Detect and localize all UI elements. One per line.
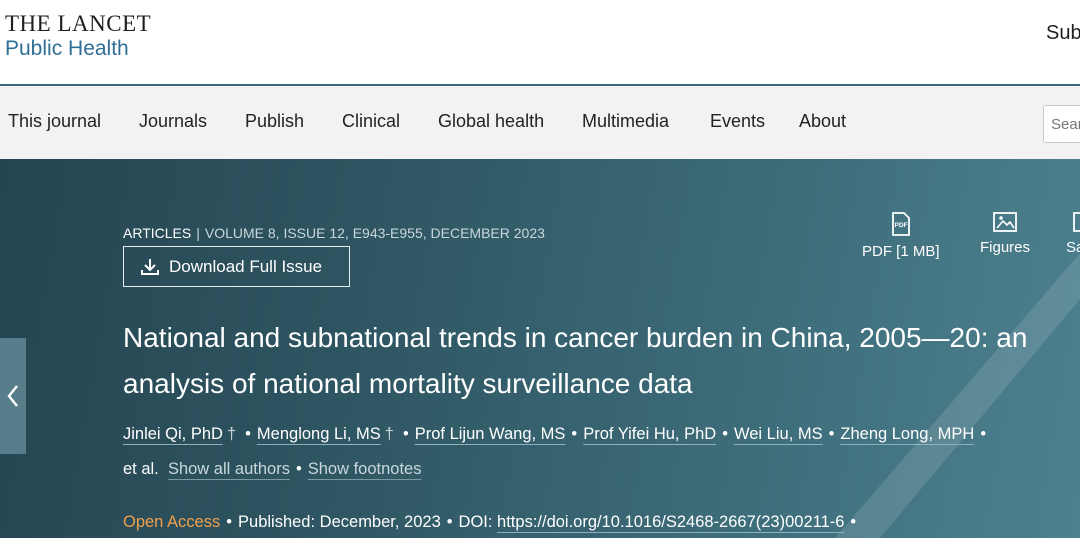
section-label: ARTICLES <box>123 225 192 241</box>
nav-item-this-journal[interactable]: This journal <box>8 111 101 132</box>
previous-article-button[interactable] <box>0 338 26 454</box>
logo-subtitle: Public Health <box>5 37 129 60</box>
figures-label: Figures <box>980 239 1031 256</box>
article-meta: ARTICLES | VOLUME 8, ISSUE 12, E943-E955, … <box>123 225 545 241</box>
author-footnote-mark[interactable]: † <box>227 425 236 443</box>
author-link[interactable]: Wei Liu, MS <box>734 425 823 443</box>
info-separator: • <box>446 513 453 531</box>
author-separator: • <box>980 425 987 443</box>
doi-label: DOI: <box>458 513 493 531</box>
author-link[interactable]: Zheng Long, MPH <box>840 425 974 443</box>
author-separator: • <box>402 425 409 443</box>
info-separator: • <box>226 513 233 531</box>
author-link[interactable]: Prof Yifei Hu, PhD <box>583 425 716 443</box>
nav-item-events[interactable]: Events <box>710 111 765 132</box>
pdf-icon: PDF <box>891 212 910 236</box>
figures-button[interactable]: Figures <box>980 212 1030 256</box>
author-link[interactable]: Menglong Li, MS <box>257 425 381 443</box>
link-separator: • <box>295 460 302 478</box>
nav-item-multimedia[interactable]: Multimedia <box>582 111 669 132</box>
chevron-left-icon <box>7 385 18 407</box>
publication-info: Open Access • Published: December, 2023 • DO… <box>123 513 862 532</box>
meta-separator: | <box>196 225 200 241</box>
author-link[interactable]: Jinlei Qi, PhD <box>123 425 223 443</box>
author-footnote-mark[interactable]: † <box>385 425 394 443</box>
nav-item-clinical[interactable]: Clinical <box>342 111 400 132</box>
logo-title: THE LANCET <box>5 11 152 36</box>
main-nav: This journal Journals Publish Clinical G… <box>0 87 1080 159</box>
search-input[interactable]: Sear <box>1043 105 1080 143</box>
subscribe-link[interactable]: Sub <box>1046 22 1080 45</box>
published-label: Published: <box>238 513 316 531</box>
show-footnotes-link[interactable]: Show footnotes <box>308 460 422 478</box>
nav-item-about[interactable]: About <box>799 111 846 132</box>
download-icon <box>141 258 159 275</box>
article-title: National and subnational trends in cance… <box>123 322 1028 399</box>
published-date: December, 2023 <box>319 513 441 531</box>
doi-link[interactable]: https://doi.org/10.1016/S2468-2667(23)00… <box>497 513 844 531</box>
journal-logo[interactable]: THE LANCET Public Health <box>5 12 151 59</box>
author-separator: • <box>571 425 578 443</box>
download-label: Download Full Issue <box>169 256 323 276</box>
author-list: Jinlei Qi, PhD † • Menglong Li, MS † • Prof Li… <box>123 417 1073 487</box>
download-full-issue-button[interactable]: Download Full Issue <box>123 246 350 287</box>
image-icon <box>993 212 1017 232</box>
nav-item-journals[interactable]: Journals <box>139 111 207 132</box>
show-all-authors-link[interactable]: Show all authors <box>168 460 290 478</box>
author-separator: • <box>245 425 251 443</box>
volume-info: VOLUME 8, ISSUE 12, E943-E955, DECEMBER … <box>204 225 545 241</box>
save-label: Sa <box>1066 239 1080 256</box>
article-hero: ARTICLES | VOLUME 8, ISSUE 12, E943-E955, … <box>0 159 1080 538</box>
author-separator: • <box>722 425 728 443</box>
nav-item-global-health[interactable]: Global health <box>438 111 544 132</box>
nav-item-publish[interactable]: Publish <box>245 111 304 132</box>
pdf-label: PDF [1 MB] <box>862 243 940 260</box>
open-access-badge: Open Access <box>123 513 221 531</box>
site-header: THE LANCET Public Health Sub <box>0 0 1080 86</box>
svg-text:PDF: PDF <box>894 222 907 229</box>
save-button[interactable]: Sa <box>1066 212 1080 256</box>
pdf-button[interactable]: PDF PDF [1 MB] <box>862 212 940 260</box>
author-link[interactable]: Prof Lijun Wang, MS <box>415 425 566 443</box>
save-icon <box>1073 212 1080 232</box>
info-separator: • <box>850 513 857 531</box>
et-al-label: et al. <box>123 460 159 478</box>
author-separator: • <box>828 425 835 443</box>
